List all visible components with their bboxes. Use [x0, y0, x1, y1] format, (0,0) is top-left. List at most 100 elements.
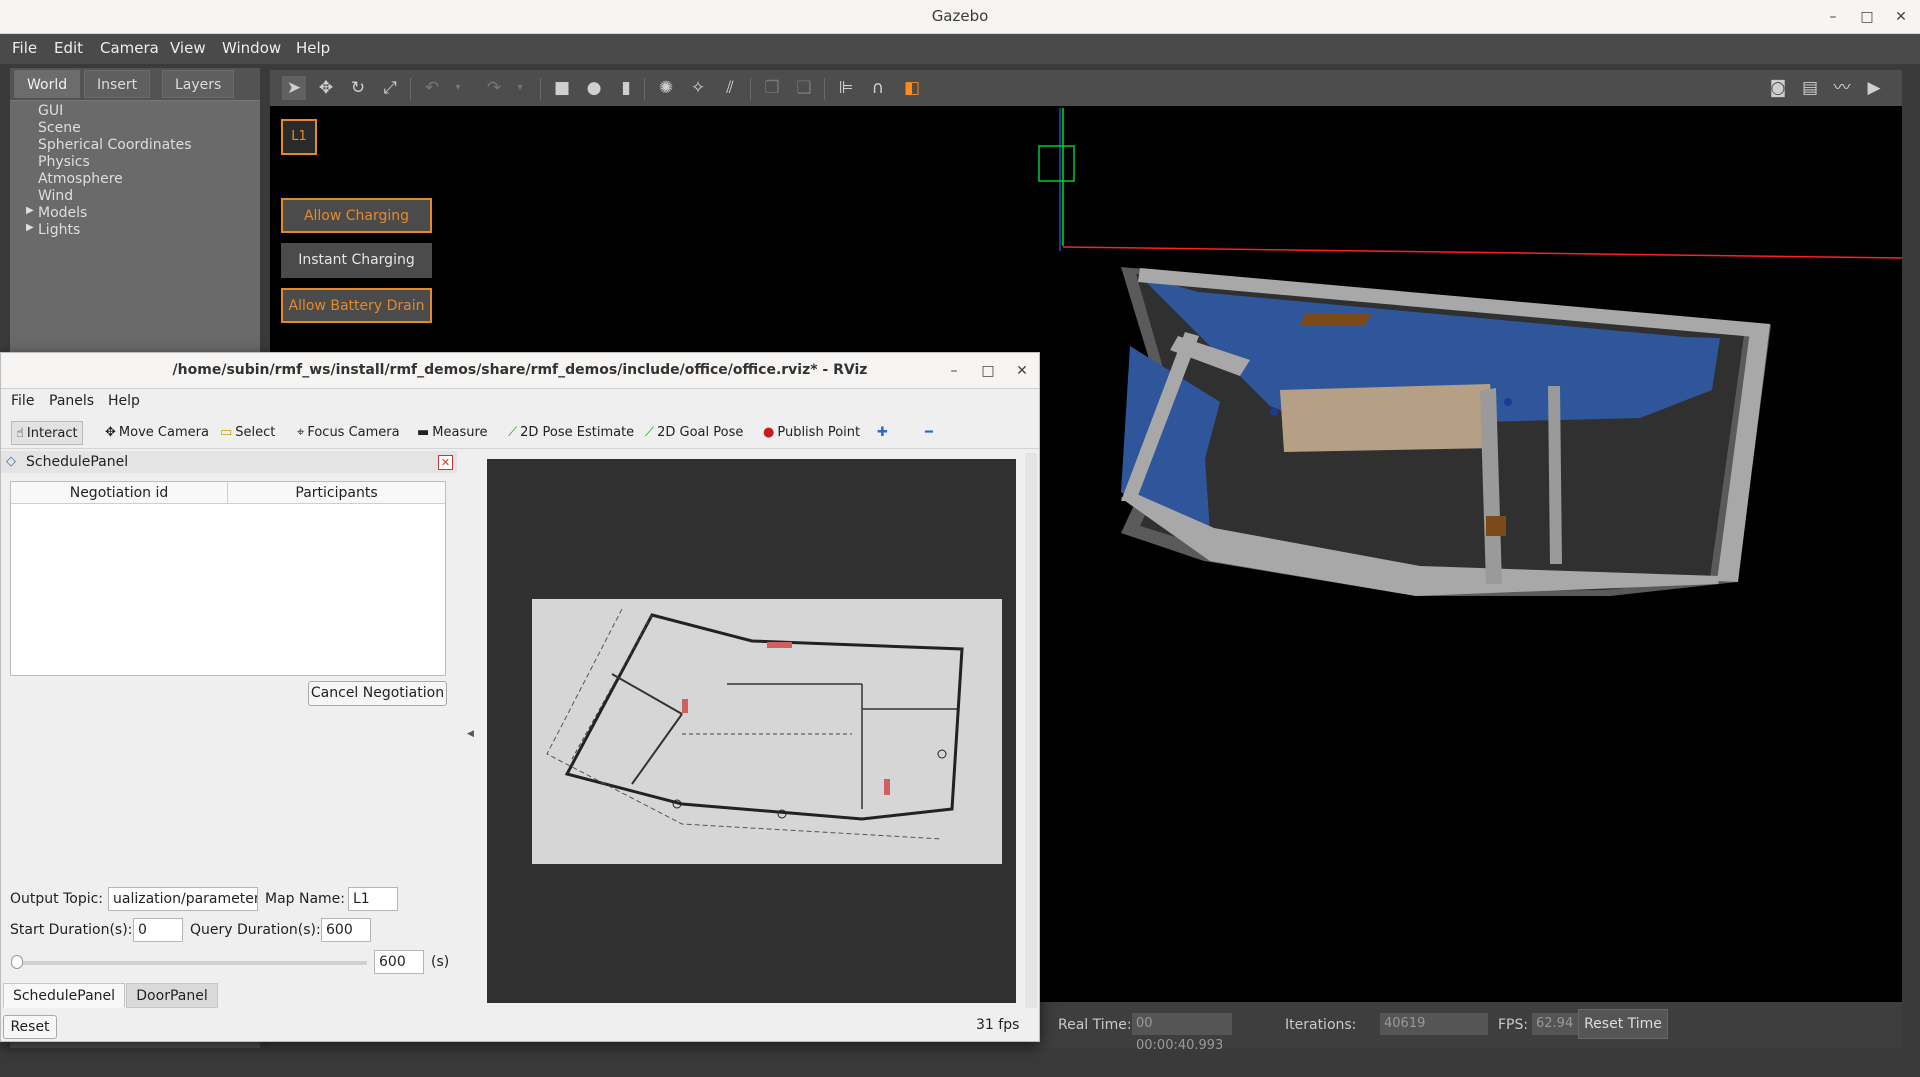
undo-dropdown-icon[interactable]: ▾: [446, 76, 470, 100]
map-name-input[interactable]: L1: [348, 887, 398, 911]
toolbar-separator: [824, 78, 825, 100]
tree-item-atmosphere[interactable]: Atmosphere: [38, 171, 123, 187]
select-arrow-icon[interactable]: ➤: [282, 76, 306, 100]
reset-button[interactable]: Reset: [3, 1015, 57, 1039]
column-header-negotiation-id[interactable]: Negotiation id: [11, 482, 228, 504]
tree-item-spherical-coordinates[interactable]: Spherical Coordinates: [38, 137, 192, 153]
tree-item-lights-label: Lights: [38, 222, 81, 238]
minimize-icon[interactable]: –: [1820, 4, 1846, 30]
rotate-icon[interactable]: ↻: [346, 76, 370, 100]
tree-item-scene[interactable]: Scene: [38, 120, 81, 136]
tab-schedule-panel[interactable]: SchedulePanel: [3, 983, 125, 1008]
slider-unit-label: (s): [431, 954, 450, 970]
interact-tool-button[interactable]: ☝ Interact: [11, 421, 83, 445]
spot-light-icon[interactable]: ✧: [686, 76, 710, 100]
pose-estimate-tool-button[interactable]: ⟋ 2D Pose Estimate: [504, 421, 638, 445]
panel-close-icon[interactable]: ✕: [438, 455, 453, 470]
close-icon[interactable]: ✕: [1888, 4, 1914, 30]
publish-point-tool-button[interactable]: ● Publish Point: [759, 421, 864, 445]
move-camera-tool-button[interactable]: ✥ Move Camera: [101, 421, 213, 445]
point-light-icon[interactable]: ✺: [654, 76, 678, 100]
select-box-icon: ▭: [220, 425, 233, 440]
floorplan-drawing: [546, 608, 964, 840]
focus-camera-tool-label: Focus Camera: [307, 425, 400, 440]
allow-charging-button[interactable]: Allow Charging: [281, 198, 432, 233]
measure-tool-button[interactable]: ▬ Measure: [413, 421, 492, 445]
log-icon[interactable]: ▤: [1798, 76, 1822, 100]
panel-diamond-icon: ◇: [6, 454, 16, 469]
redo-icon[interactable]: ↷: [482, 76, 506, 100]
toolbar-separator: [410, 78, 411, 100]
pose-arrow-icon: ⟋: [508, 425, 518, 440]
rviz-window: /home/subin/rmf_ws/install/rmf_demos/sha…: [0, 352, 1040, 1042]
cylinder-icon[interactable]: ▮: [614, 76, 638, 100]
tab-door-panel[interactable]: DoorPanel: [126, 983, 218, 1008]
tab-insert[interactable]: Insert: [84, 70, 151, 98]
column-header-participants[interactable]: Participants: [228, 482, 445, 504]
align-icon[interactable]: ⊫: [834, 76, 858, 100]
tree-item-models[interactable]: ▶ Models: [26, 205, 87, 221]
duration-slider-track[interactable]: [15, 961, 367, 965]
maximize-icon[interactable]: □: [975, 358, 1001, 384]
instant-charging-button[interactable]: Instant Charging: [281, 243, 432, 278]
tree-item-wind[interactable]: Wind: [38, 188, 73, 204]
tree-item-gui[interactable]: GUI: [38, 103, 63, 119]
splitter-left-arrow-icon[interactable]: ◀: [467, 729, 474, 739]
plot-icon[interactable]: 〰: [1830, 76, 1854, 100]
output-topic-input[interactable]: ualization/parameters: [108, 887, 258, 911]
menu-help[interactable]: Help: [296, 39, 330, 57]
map-name-label: Map Name:: [265, 891, 346, 907]
add-tool-icon[interactable]: ✚: [873, 421, 892, 445]
cancel-negotiation-button[interactable]: Cancel Negotiation: [308, 681, 447, 706]
undo-icon[interactable]: ↶: [420, 76, 444, 100]
expand-arrow-icon[interactable]: ▶: [26, 222, 34, 233]
rviz-toolbar: ☝ Interact ✥ Move Camera ▭ Select ⌖ Focus Ca…: [1, 415, 1039, 449]
menu-file[interactable]: File: [12, 39, 37, 57]
paste-icon[interactable]: ❏: [792, 76, 816, 100]
tab-layers[interactable]: Layers: [162, 70, 235, 98]
reset-time-button[interactable]: Reset Time: [1578, 1009, 1668, 1039]
iterations-value: 40619: [1380, 1013, 1488, 1035]
negotiation-table[interactable]: Negotiation id Participants: [10, 481, 446, 676]
minimize-icon[interactable]: –: [941, 358, 967, 384]
copy-icon[interactable]: ❐: [760, 76, 784, 100]
sphere-icon[interactable]: ●: [582, 76, 606, 100]
menu-view[interactable]: View: [170, 39, 206, 57]
select-tool-button[interactable]: ▭ Select: [216, 421, 279, 445]
move-camera-tool-label: Move Camera: [118, 425, 209, 440]
rviz-menu-help[interactable]: Help: [108, 393, 140, 409]
tab-world[interactable]: World: [14, 70, 81, 98]
box-icon[interactable]: ■: [550, 76, 574, 100]
output-topic-label: Output Topic:: [10, 891, 104, 907]
start-duration-input[interactable]: 0: [133, 918, 183, 942]
focus-camera-tool-button[interactable]: ⌖ Focus Camera: [293, 421, 404, 445]
rviz-menu-panels[interactable]: Panels: [49, 393, 94, 409]
rviz-menu-file[interactable]: File: [11, 393, 34, 409]
level-selector-button[interactable]: L1: [281, 119, 317, 155]
rviz-render-view[interactable]: [487, 459, 1016, 1003]
menu-window[interactable]: Window: [222, 39, 281, 57]
close-icon[interactable]: ✕: [1009, 358, 1035, 384]
directional-light-icon[interactable]: ⫽: [718, 76, 742, 100]
duration-slider-handle[interactable]: [11, 955, 23, 969]
redo-dropdown-icon[interactable]: ▾: [508, 76, 532, 100]
translate-icon[interactable]: ✥: [314, 76, 338, 100]
menu-edit[interactable]: Edit: [54, 39, 83, 57]
screenshot-icon[interactable]: ◙: [1766, 76, 1790, 100]
video-record-icon[interactable]: ▶: [1862, 76, 1886, 100]
expand-arrow-icon[interactable]: ▶: [26, 205, 34, 216]
menu-camera[interactable]: Camera: [100, 39, 159, 57]
tree-item-physics[interactable]: Physics: [38, 154, 90, 170]
slider-value-input[interactable]: 600: [374, 950, 424, 974]
scale-icon[interactable]: ⤢: [378, 76, 402, 100]
tree-item-lights[interactable]: ▶ Lights: [26, 222, 81, 238]
goal-pose-tool-button[interactable]: ⟋ 2D Goal Pose: [641, 421, 747, 445]
remove-tool-icon[interactable]: ━: [921, 421, 937, 445]
snap-magnet-icon[interactable]: ∩: [866, 76, 890, 100]
query-duration-input[interactable]: 600: [321, 918, 371, 942]
maximize-icon[interactable]: □: [1854, 4, 1880, 30]
render-scrollbar[interactable]: [1025, 453, 1037, 1008]
view-angle-icon[interactable]: ◧: [900, 76, 924, 100]
allow-battery-drain-button[interactable]: Allow Battery Drain: [281, 288, 432, 323]
schedule-panel-header: ◇ SchedulePanel ✕: [1, 451, 457, 473]
